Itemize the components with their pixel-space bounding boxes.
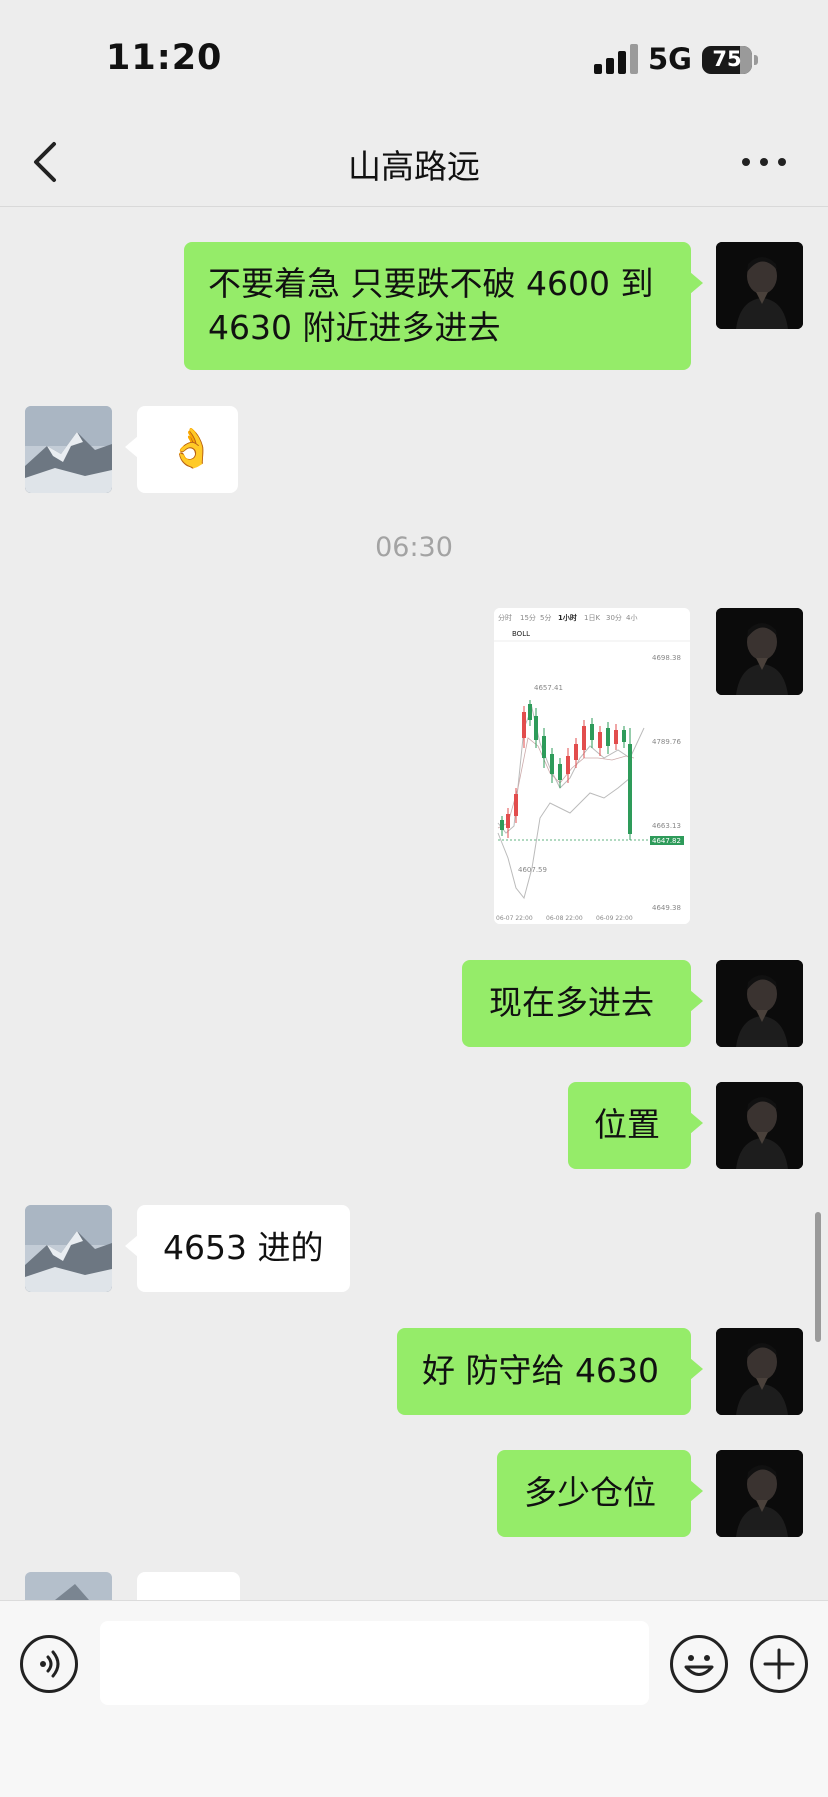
input-bar (0, 1600, 828, 1797)
mountain-avatar-icon (25, 406, 112, 493)
more-button[interactable] (742, 150, 788, 170)
message-text-line: 不要着急 只要跌不破 4600 到 (208, 264, 654, 303)
person-portrait-icon (716, 242, 803, 329)
message-bubble-outgoing[interactable]: 不要着急 只要跌不破 4600 到 4630 附近进多进去 (184, 242, 703, 370)
my-avatar[interactable] (716, 1328, 803, 1415)
contact-avatar[interactable] (25, 406, 112, 493)
image-message[interactable]: 分时 15分 5分 1小时 1日K 30分 4小 BOLL 4698.38 46… (494, 608, 690, 924)
signal-icon (594, 44, 638, 74)
message-text-line: 4630 附近进多进去 (208, 308, 501, 347)
price-tick: 4663.13 (652, 822, 681, 830)
price-tick: 4657.41 (534, 684, 563, 692)
message-input[interactable] (100, 1621, 649, 1705)
message-bubble-outgoing[interactable]: 现在多进去 (462, 960, 703, 1047)
emoji-ok: 👌 (168, 426, 216, 470)
contact-avatar[interactable] (25, 1572, 112, 1600)
chat-header: 山高路远 (0, 120, 828, 207)
person-portrait-icon (716, 960, 803, 1047)
smiley-icon (684, 1655, 714, 1676)
status-time: 11:20 (106, 38, 223, 78)
chart-tab: 1日K (584, 614, 600, 622)
chart-tab: 1小时 (558, 613, 577, 622)
voice-button[interactable] (20, 1635, 78, 1693)
price-tick: 4789.76 (652, 738, 681, 746)
battery-icon: 75 (702, 46, 752, 74)
chat-scrollbar[interactable] (815, 1212, 821, 1342)
person-portrait-icon (716, 1450, 803, 1537)
network-type: 5G (648, 42, 692, 76)
my-avatar[interactable] (716, 608, 803, 695)
message-text: 多少仓位 (524, 1473, 656, 1512)
my-avatar[interactable] (716, 1450, 803, 1537)
chat-title: 山高路远 (348, 147, 480, 186)
my-avatar[interactable] (716, 960, 803, 1047)
chart-indicator: BOLL (512, 630, 530, 638)
voice-icon (40, 1650, 60, 1678)
battery-tip (754, 55, 758, 65)
message-text: 位置 (594, 1105, 660, 1144)
message-timestamp: 06:30 (375, 532, 453, 563)
message-bubble-incoming[interactable]: 4653 进的 (125, 1205, 350, 1292)
message-bubble-incoming-partial[interactable] (125, 1572, 240, 1624)
person-portrait-icon (716, 1082, 803, 1169)
person-portrait-icon (716, 1328, 803, 1415)
price-tick: 4647.82 (652, 837, 681, 845)
chart-tab: 分时 (498, 613, 512, 622)
message-text: 现在多进去 (489, 983, 654, 1022)
message-bubble-incoming[interactable]: 👌 (125, 406, 238, 493)
chart-tab: 30分 (606, 613, 622, 622)
plus-icon (763, 1648, 795, 1680)
contact-avatar[interactable] (25, 1205, 112, 1292)
person-portrait-icon (716, 608, 803, 695)
status-bar: 11:20 5G 75 (0, 0, 828, 120)
message-bubble-outgoing[interactable]: 位置 (568, 1082, 703, 1169)
message-bubble-outgoing[interactable]: 好 防守给 4630 (397, 1328, 703, 1415)
my-avatar[interactable] (716, 1082, 803, 1169)
price-tick: 4698.38 (652, 654, 681, 662)
mountain-avatar-icon (25, 1205, 112, 1292)
chart-tab: 5分 (540, 613, 551, 622)
chart-tab: 15分 (520, 613, 536, 622)
message-text: 好 防守给 4630 (422, 1351, 659, 1390)
battery-level: 75 (712, 47, 742, 71)
date-tick: 06-07 22:00 (496, 915, 533, 922)
mountain-avatar-icon (25, 1572, 112, 1600)
message-bubble-outgoing[interactable]: 多少仓位 (497, 1450, 703, 1537)
price-tick: 4649.38 (652, 904, 681, 912)
kline-chart-screenshot-icon: 分时 15分 5分 1小时 1日K 30分 4小 BOLL 4698.38 46… (494, 608, 690, 924)
message-text: 4653 进的 (163, 1228, 324, 1267)
my-avatar[interactable] (716, 242, 803, 329)
date-tick: 06-09 22:00 (596, 915, 633, 922)
date-tick: 06-08 22:00 (546, 915, 583, 922)
more-functions-button[interactable] (750, 1635, 808, 1693)
emoji-button[interactable] (670, 1635, 728, 1693)
chart-tab: 4小 (626, 613, 637, 622)
